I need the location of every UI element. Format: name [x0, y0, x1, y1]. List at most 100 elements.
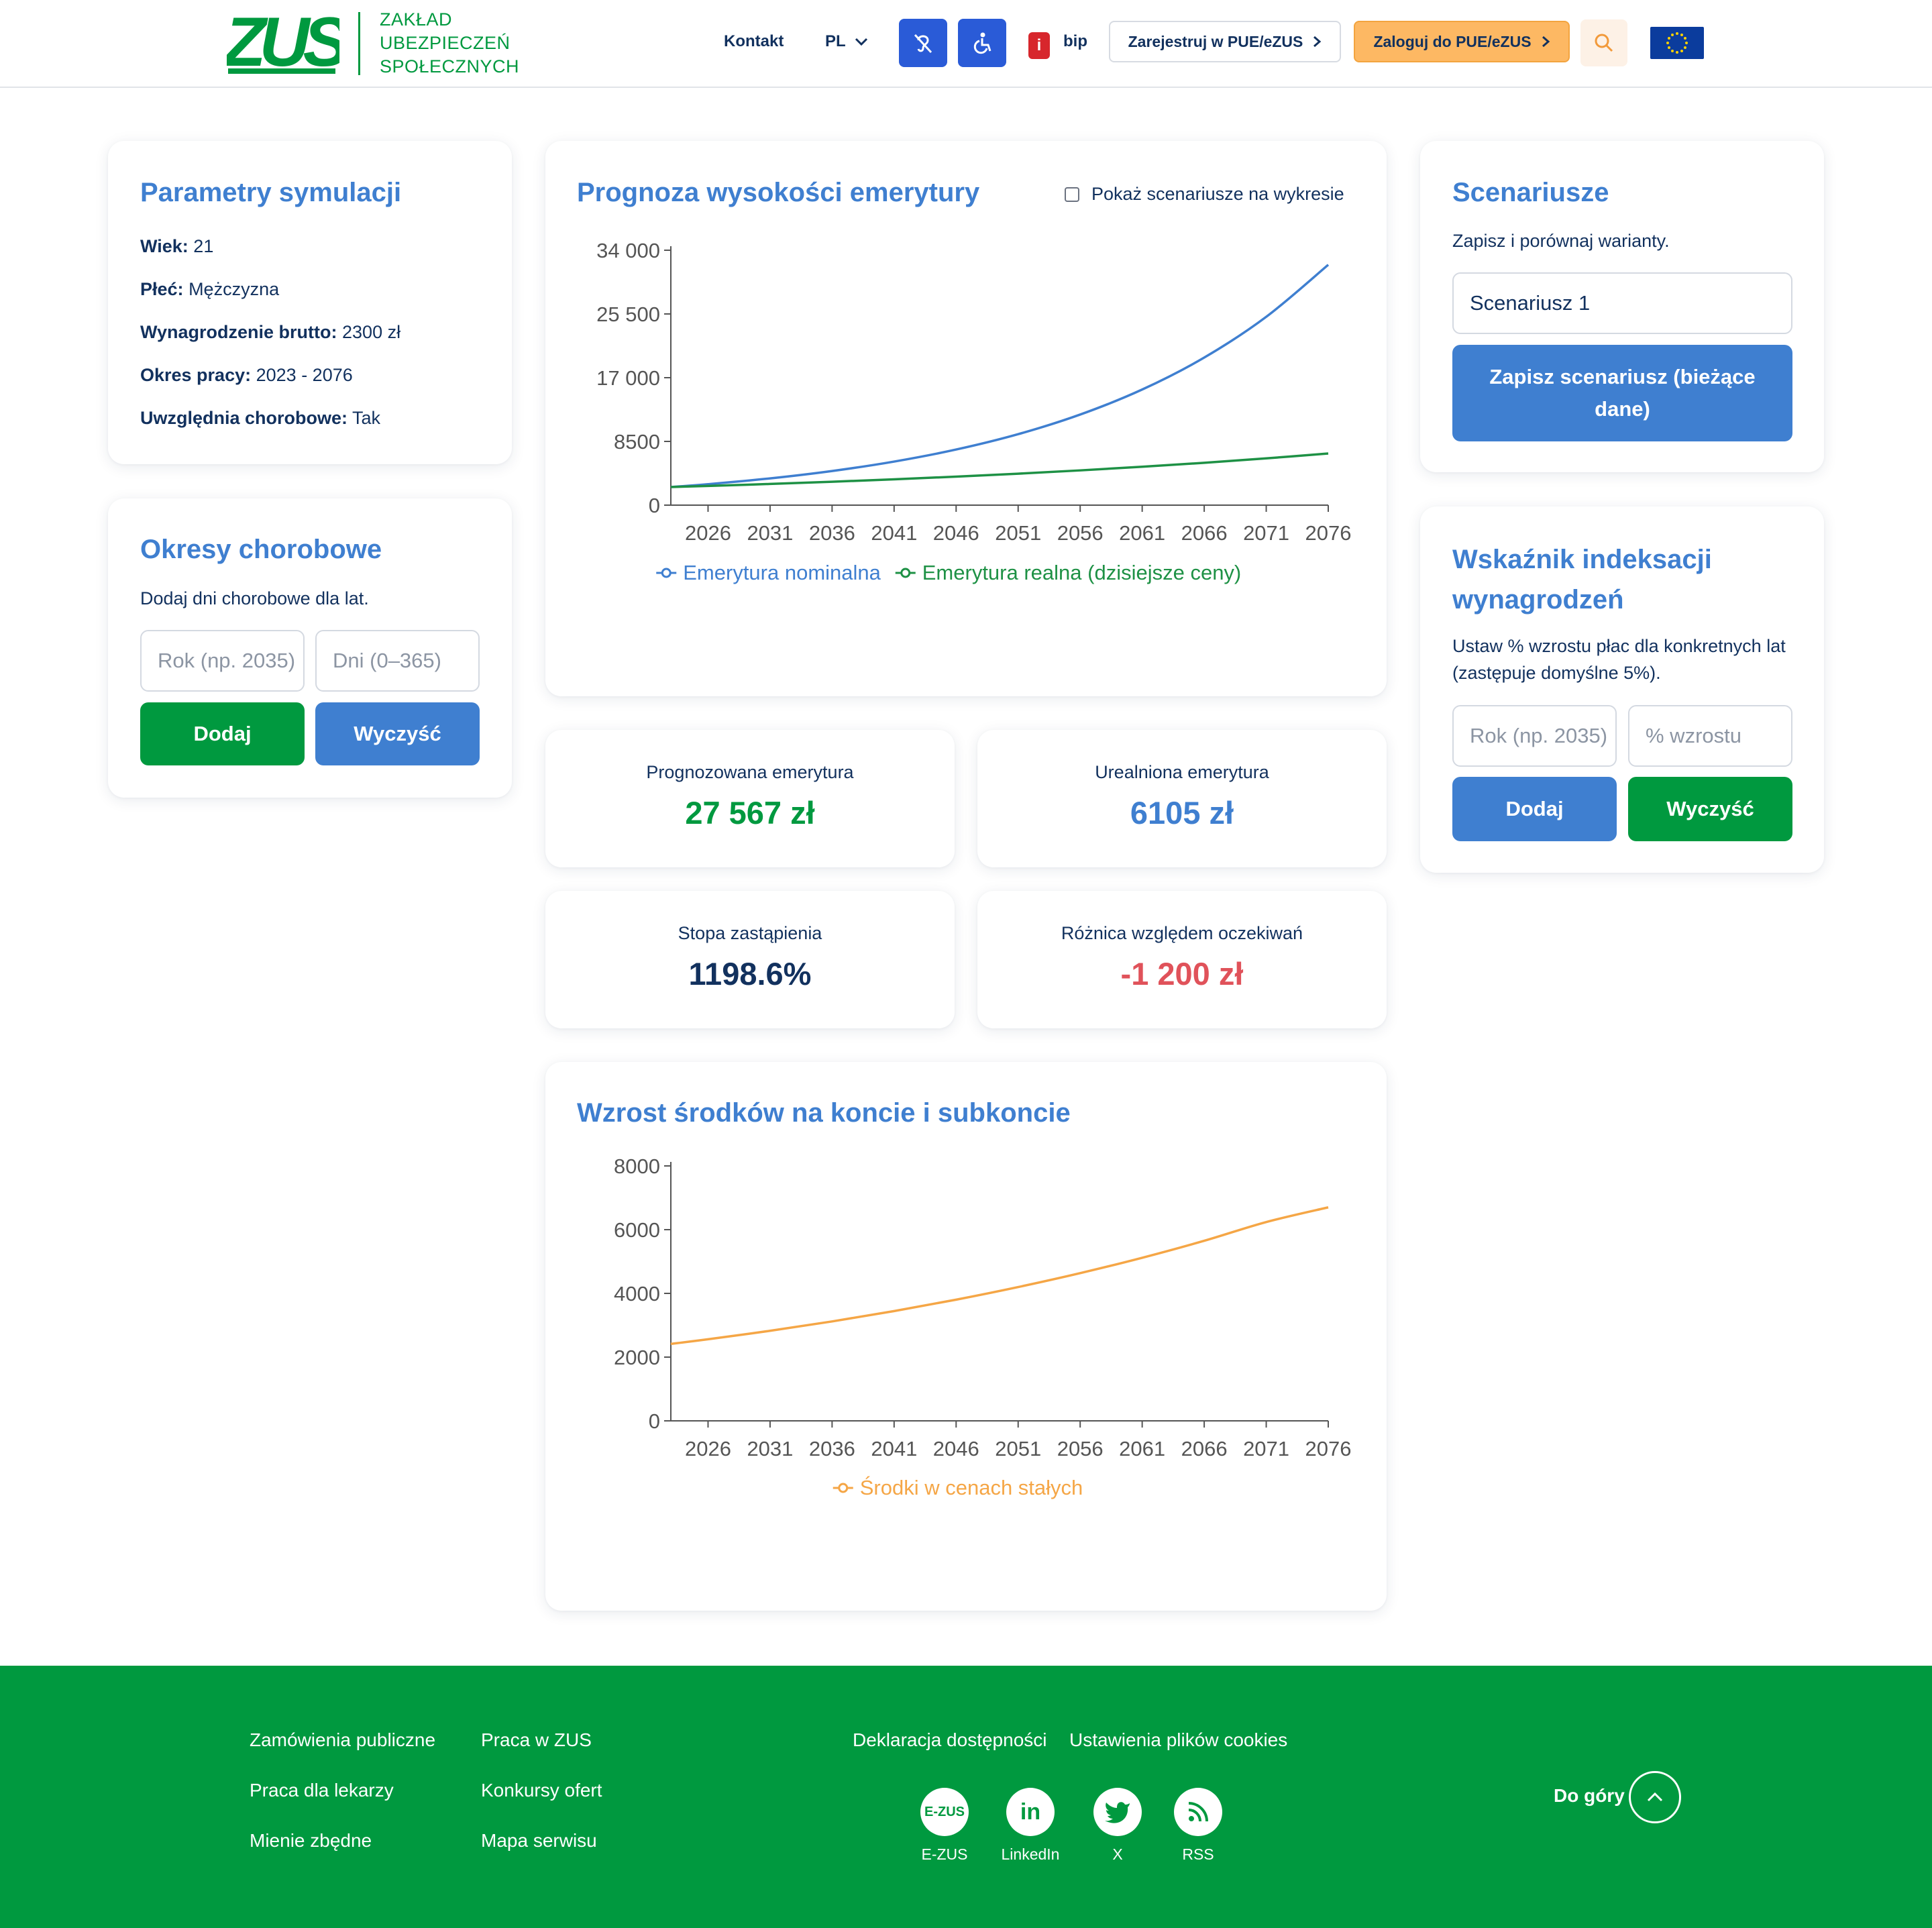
logo-text: ZAKŁAD UBEZPIECZEŃ SPOŁECZNYCH — [380, 8, 519, 78]
legend-label: Emerytura nominalna — [683, 561, 881, 584]
x-tick-label: 2071 — [1243, 521, 1289, 545]
param-label: Wiek: — [140, 236, 189, 256]
save-scenario-button[interactable]: Zapisz scenariusz (bieżące dane) — [1452, 345, 1792, 441]
x-tick-label: 2046 — [933, 521, 979, 545]
rss-icon[interactable] — [1174, 1788, 1222, 1836]
wheelchair-accessibility-button[interactable] — [958, 19, 1006, 67]
x-tick-label: 2026 — [685, 521, 731, 545]
search-button[interactable] — [1580, 19, 1627, 66]
footer-link[interactable]: Praca w ZUS — [481, 1729, 592, 1751]
pension-chart: 0 8500 17 000 25 500 34 000 2026 2031 2036 2041 2… — [596, 239, 1351, 584]
series-line — [670, 452, 1329, 488]
stat-label: Prognozowana emerytura — [646, 762, 854, 782]
bip-link[interactable]: bip — [1063, 32, 1087, 51]
param-value: Mężczyzna — [189, 279, 280, 299]
param-label: Płeć: — [140, 279, 184, 299]
stat-value-real: 6105 zł — [1130, 795, 1234, 831]
logo-line: UBEZPIECZEŃ — [380, 33, 511, 53]
stat-card-replacement-rate: Stopa zastąpienia 1198.6% — [545, 891, 955, 1028]
param-age: Wiek: 21 — [140, 236, 213, 257]
y-tick-label: 6000 — [614, 1218, 660, 1242]
deaf-accessibility-button[interactable] — [899, 19, 947, 67]
footer-link[interactable]: Praca dla lekarzy — [250, 1780, 394, 1801]
param-value: 21 — [193, 236, 214, 256]
logo-mark-text: ZUS — [227, 9, 339, 75]
y-tick-label: 0 — [649, 1409, 660, 1433]
chevron-right-icon — [1542, 36, 1550, 48]
indexation-card: Wskaźnik indeksacji wynagrodzeń Ustaw % … — [1420, 506, 1824, 873]
scenarios-description: Zapisz i porównaj warianty. — [1452, 231, 1670, 251]
y-tick-label: 4000 — [614, 1282, 660, 1305]
x-tick-label: 2066 — [1181, 521, 1228, 545]
indexation-clear-button[interactable]: Wyczyść — [1628, 777, 1792, 841]
register-button[interactable]: Zarejestruj w PUE/eZUS — [1109, 21, 1341, 62]
indexation-add-button[interactable]: Dodaj — [1452, 777, 1617, 841]
sick-year-input[interactable]: Rok (np. 2035) — [140, 630, 305, 692]
indexation-description: Ustaw % wzrostu płac dla konkretnych lat… — [1452, 636, 1786, 683]
footer-link[interactable]: Mapa serwisu — [481, 1830, 597, 1852]
footer-cookies-link[interactable]: Ustawienia plików cookies — [1069, 1729, 1287, 1751]
ezus-social-icon[interactable]: E-ZUS — [920, 1788, 969, 1836]
series-line — [670, 264, 1330, 488]
logo-line: SPOŁECZNYCH — [380, 56, 520, 76]
social-label: LinkedIn — [1001, 1845, 1060, 1863]
indexation-year-input[interactable]: Rok (np. 2035) — [1452, 705, 1617, 767]
social-label: RSS — [1182, 1845, 1214, 1863]
simulation-params-card: Parametry symulacji Wiek: 21 Płeć: Mężcz… — [108, 141, 512, 464]
sick-add-button[interactable]: Dodaj — [140, 702, 305, 765]
sick-title: Okresy chorobowe — [140, 535, 382, 564]
series-line — [670, 1206, 1329, 1346]
y-tick-label: 17 000 — [596, 366, 660, 390]
y-tick-label: 34 000 — [596, 239, 660, 262]
footer-link[interactable]: Mienie zbędne — [250, 1830, 372, 1852]
y-tick-label: 8000 — [614, 1155, 660, 1178]
account-growth-card: Wzrost środków na koncie i subkoncie 0 20… — [545, 1062, 1387, 1611]
param-label: Uwzględnia chorobowe: — [140, 408, 348, 428]
sick-days-input[interactable]: Dni (0–365) — [315, 630, 480, 692]
x-twitter-icon[interactable] — [1093, 1788, 1142, 1836]
param-value: 2023 - 2076 — [256, 365, 353, 385]
indexation-title: Wskaźnik indeksacji wynagrodzeń — [1452, 545, 1712, 614]
deaf-icon — [914, 34, 932, 54]
x-tick-label: 2026 — [685, 1437, 731, 1460]
footer-link[interactable]: Konkursy ofert — [481, 1780, 602, 1801]
legend-label: Środki w cenach stałych — [860, 1475, 1083, 1499]
language-value: PL — [825, 32, 846, 50]
stat-value-difference: -1 200 zł — [1120, 956, 1244, 992]
param-label: Wynagrodzenie brutto: — [140, 322, 337, 342]
language-select[interactable]: PL — [825, 32, 869, 51]
x-tick-label: 2036 — [809, 1437, 855, 1460]
site-header: ZUS ZAKŁAD UBEZPIECZEŃ SPOŁECZNYCH Konta… — [0, 0, 1932, 88]
linkedin-icon-text: in — [1020, 1799, 1041, 1825]
wheelchair-icon — [973, 32, 991, 54]
stat-label: Stopa zastąpienia — [678, 923, 822, 943]
login-button[interactable]: Zaloguj do PUE/eZUS — [1354, 21, 1570, 62]
footer-link[interactable]: Zamówienia publiczne — [250, 1729, 435, 1751]
x-tick-label: 2036 — [809, 521, 855, 545]
stat-card-difference: Różnica względem oczekiwań -1 200 zł — [977, 891, 1387, 1028]
x-tick-label: 2046 — [933, 1437, 979, 1460]
chevron-down-icon — [855, 38, 867, 46]
nav-contact-link[interactable]: Kontakt — [724, 32, 784, 51]
x-tick-label: 2041 — [871, 521, 917, 545]
scenario-name-input[interactable]: Scenariusz 1 — [1452, 272, 1792, 334]
bird-icon — [1105, 1802, 1130, 1823]
y-tick-label: 8500 — [614, 430, 660, 453]
x-tick-label: 2031 — [747, 1437, 793, 1460]
footer-accessibility-link[interactable]: Deklaracja dostępności — [853, 1729, 1047, 1751]
param-sex: Płeć: Mężczyzna — [140, 279, 279, 300]
stat-card-real: Urealniona emerytura 6105 zł — [977, 730, 1387, 867]
x-tick-label: 2066 — [1181, 1437, 1228, 1460]
stat-label: Różnica względem oczekiwań — [1061, 923, 1303, 943]
scroll-to-top-button[interactable] — [1629, 1771, 1681, 1823]
x-tick-label: 2031 — [747, 521, 793, 545]
indexation-percent-input[interactable]: % wzrostu — [1628, 705, 1792, 767]
x-tick-label: 2061 — [1119, 1437, 1165, 1460]
sick-clear-button[interactable]: Wyczyść — [315, 702, 480, 765]
linkedin-icon[interactable]: in — [1006, 1788, 1055, 1836]
bip-icon[interactable]: i — [1028, 32, 1050, 59]
zus-logo[interactable]: ZUS — [227, 9, 339, 75]
to-top-label[interactable]: Do góry — [1554, 1785, 1625, 1807]
x-tick-label: 2056 — [1057, 521, 1104, 545]
x-tick-label: 2041 — [871, 1437, 917, 1460]
